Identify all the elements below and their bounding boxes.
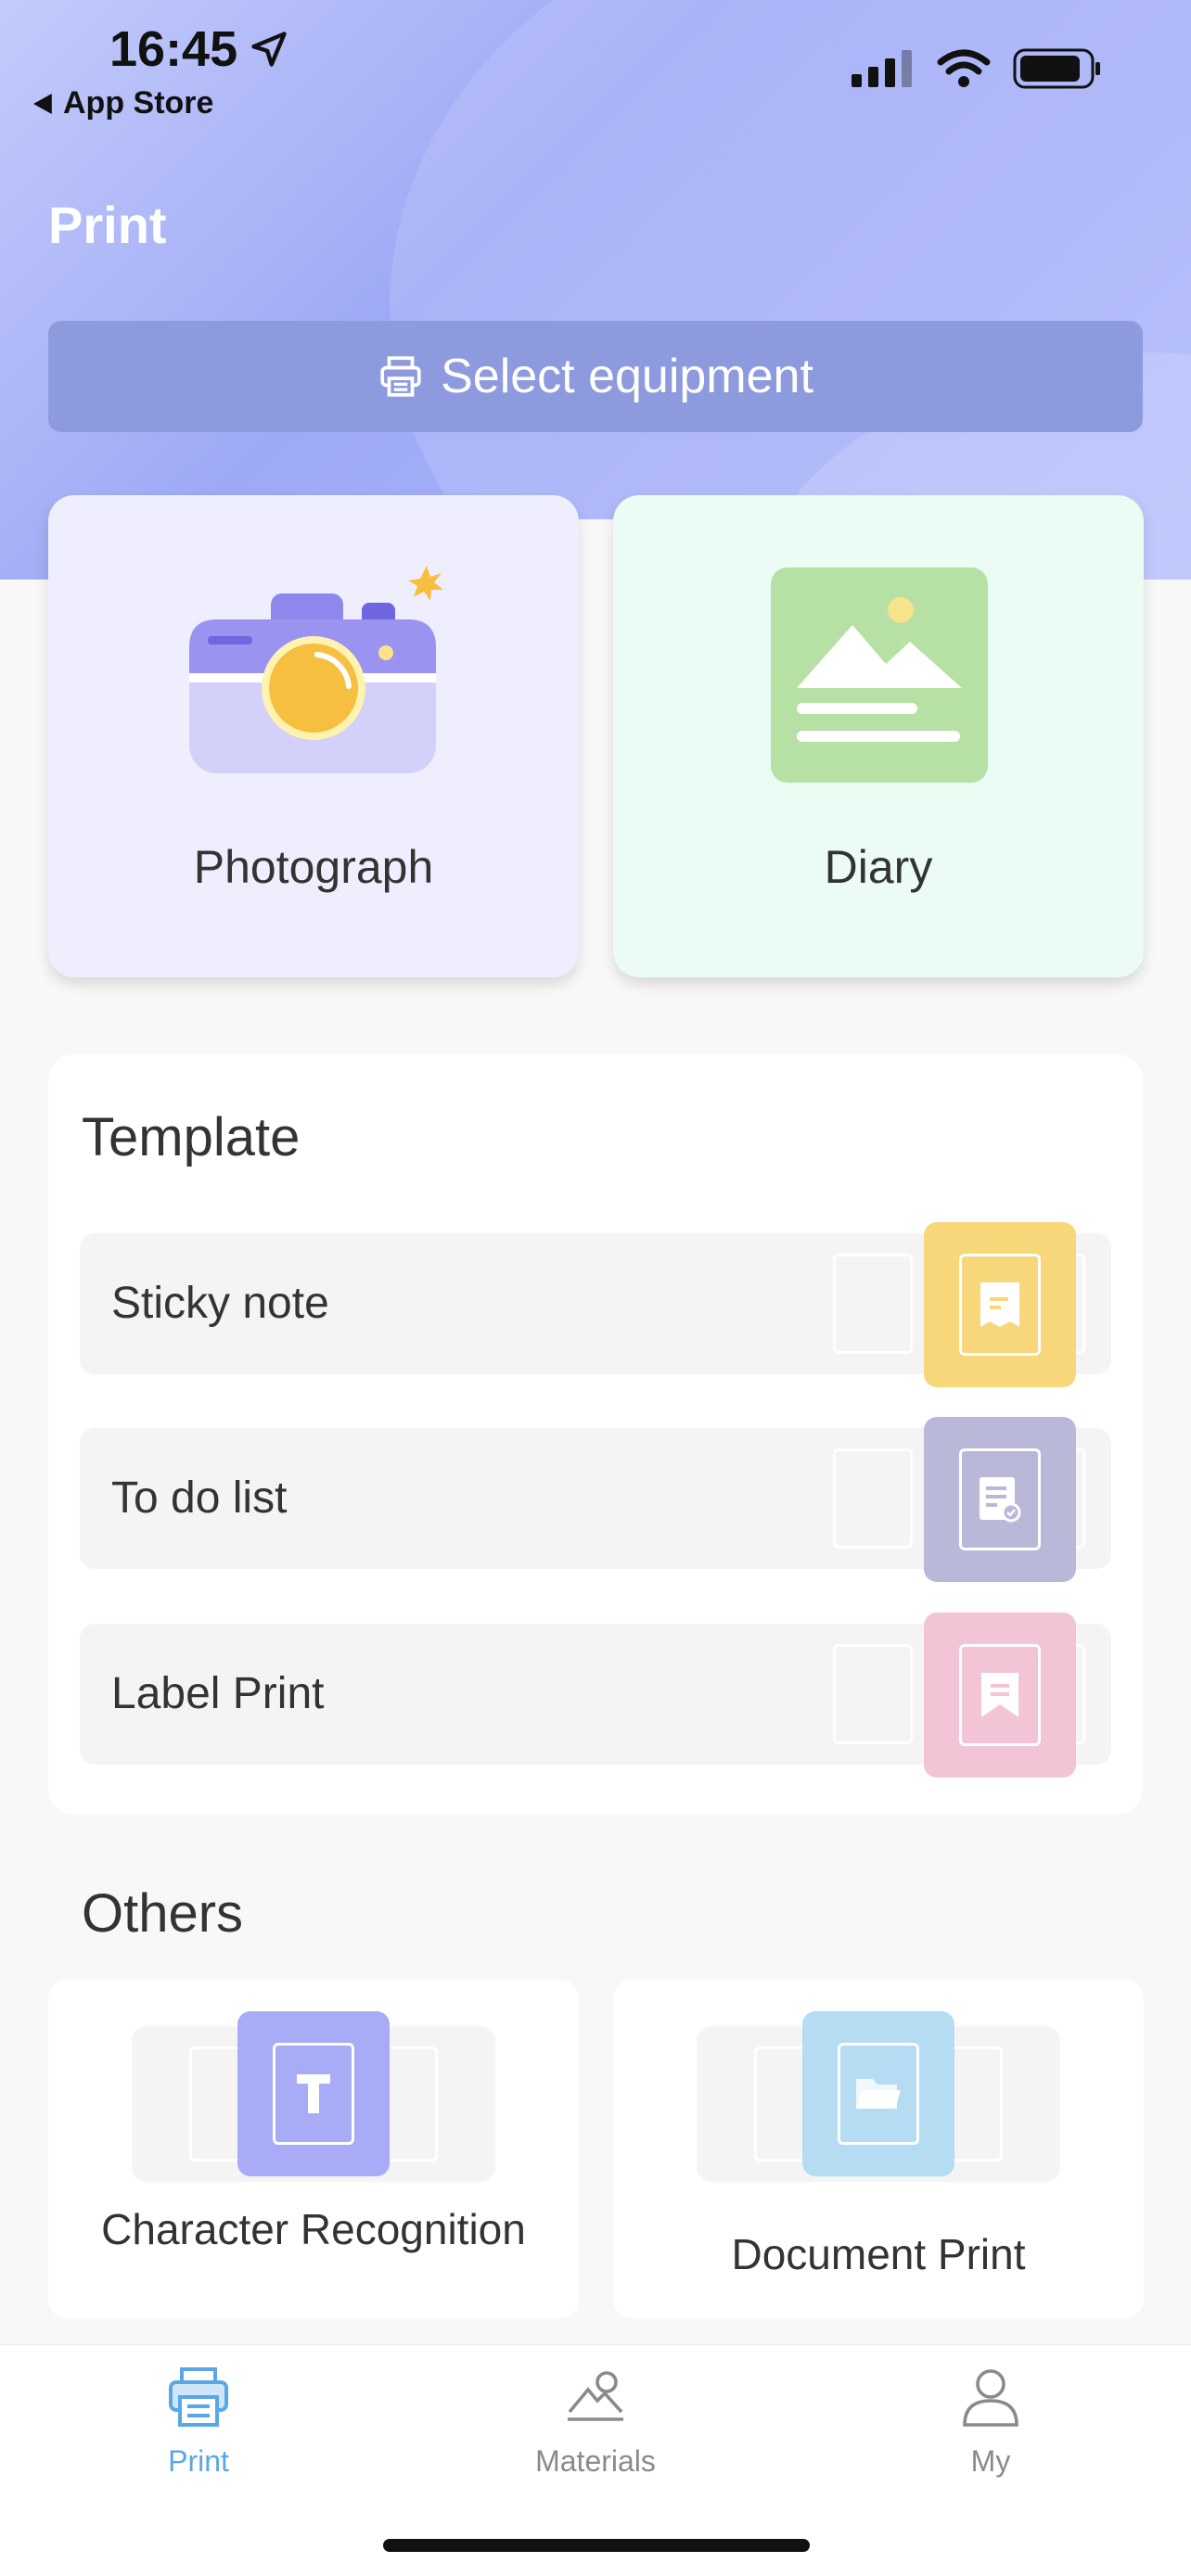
todo-list-icon	[924, 1417, 1076, 1582]
text-recognition-icon	[237, 2011, 390, 2176]
label-icon	[924, 1613, 1076, 1778]
back-label: App Store	[63, 85, 214, 121]
landscape-icon	[568, 2371, 623, 2421]
template-item-label: Label Print	[111, 1669, 325, 1718]
template-item-label-print[interactable]: Label Print	[80, 1613, 1111, 1778]
template-item-label: To do list	[111, 1473, 288, 1523]
page-title: Print	[48, 196, 167, 254]
camera-icon	[189, 566, 443, 773]
battery-icon	[1013, 48, 1100, 89]
photograph-card[interactable]: Photograph	[48, 495, 579, 977]
others-title: Others	[82, 1883, 244, 1944]
character-recognition-card[interactable]: Character Recognition	[48, 1980, 579, 2318]
time-text: 16:45	[109, 21, 238, 77]
tab-my[interactable]: My	[870, 2364, 1111, 2479]
status-icons	[852, 48, 1102, 89]
template-item-label: Sticky note	[111, 1279, 329, 1328]
document-print-card[interactable]: Document Print	[613, 1980, 1144, 2318]
tab-my-label: My	[970, 2444, 1011, 2478]
printer-icon	[169, 2367, 228, 2427]
status-time: 16:45	[109, 20, 289, 78]
template-item-sticky-note[interactable]: Sticky note	[80, 1222, 1111, 1387]
template-title: Template	[82, 1107, 301, 1167]
photograph-label: Photograph	[193, 841, 434, 893]
template-item-todo-list[interactable]: To do list	[80, 1417, 1111, 1582]
select-equipment-label: Select equipment	[441, 350, 813, 403]
back-to-app-store[interactable]: App Store	[33, 85, 213, 121]
image-document-icon	[771, 567, 988, 783]
tab-materials[interactable]: Materials	[475, 2364, 716, 2479]
signal-icon	[852, 50, 912, 87]
diary-label: Diary	[824, 841, 933, 893]
template-section: Template Sticky note To do list Label Pr…	[48, 1054, 1143, 1815]
document-print-label: Document Print	[731, 2230, 1026, 2278]
location-arrow-icon	[251, 32, 287, 67]
folder-icon	[802, 2011, 954, 2176]
home-indicator	[383, 2539, 810, 2552]
user-icon	[963, 2369, 1018, 2427]
character-recognition-label: Character Recognition	[101, 2205, 526, 2253]
tab-print-label: Print	[168, 2444, 229, 2478]
tab-materials-label: Materials	[535, 2444, 656, 2478]
select-equipment-button[interactable]: Select equipment	[48, 321, 1143, 432]
printer-icon	[380, 356, 421, 397]
wifi-icon	[937, 49, 991, 87]
tab-print[interactable]: Print	[78, 2364, 319, 2479]
sticky-note-icon	[924, 1222, 1076, 1387]
back-triangle-icon	[33, 93, 52, 114]
diary-card[interactable]: Diary	[613, 495, 1144, 977]
